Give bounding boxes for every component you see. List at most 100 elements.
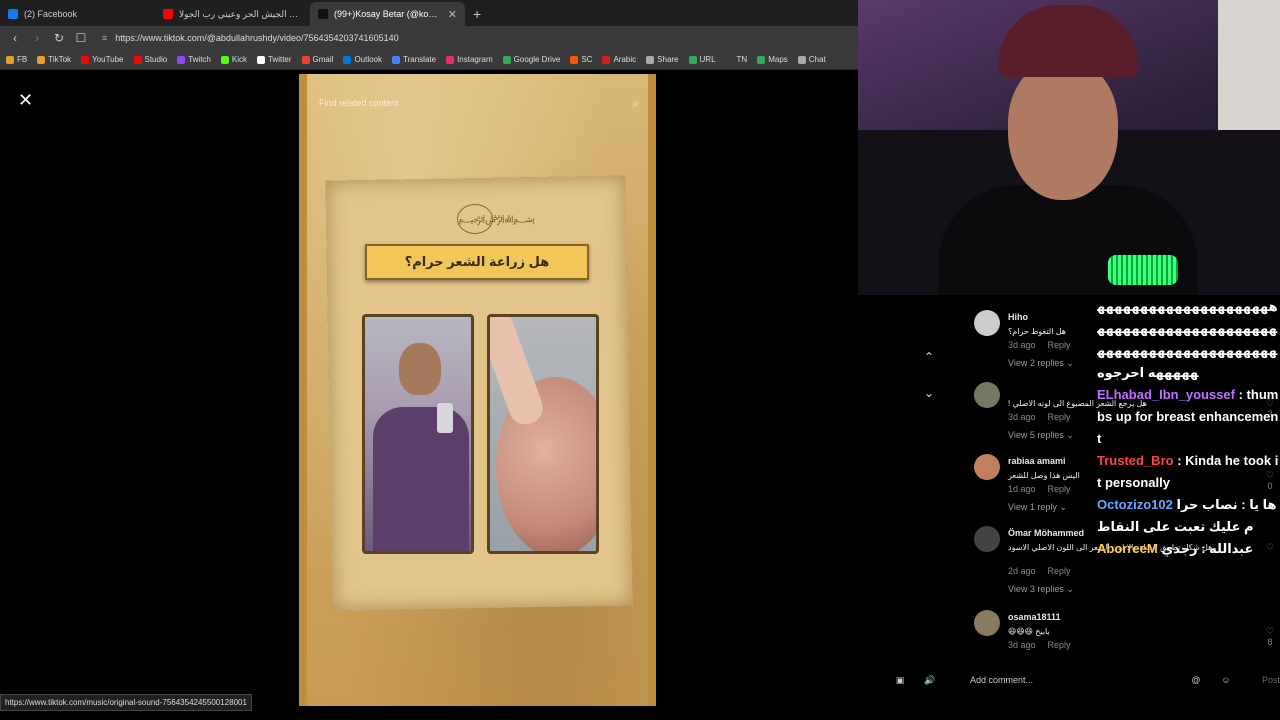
bookmark-item[interactable]: FB	[6, 55, 27, 64]
heart-icon: ♡	[1265, 626, 1274, 636]
chat-username: Trusted_Bro	[1097, 453, 1174, 468]
bookmark-item[interactable]: URL	[688, 55, 716, 64]
bookmark-item[interactable]: Outlook	[343, 55, 382, 64]
search-icon[interactable]: ⌕	[632, 96, 639, 111]
bookmark-item[interactable]: Twitch	[177, 55, 211, 64]
reload-icon[interactable]: ↻	[52, 31, 66, 45]
bookmark-item[interactable]: Instagram	[446, 55, 493, 64]
new-tab-icon[interactable]: +	[465, 2, 489, 26]
bookmark-item[interactable]: Gmail	[301, 55, 333, 64]
reply-button[interactable]: Reply	[1048, 484, 1071, 494]
bookmark-item[interactable]: Studio	[133, 55, 168, 64]
view-replies-button[interactable]: View 3 replies ⌄	[1008, 584, 1074, 595]
bookmark-item[interactable]: Chat	[797, 55, 826, 64]
captions-icon[interactable]: ▣	[890, 675, 910, 686]
bookmark-item[interactable]: Maps	[757, 55, 788, 64]
bookmark-favicon-icon	[725, 55, 734, 64]
emoji-icon[interactable]: ☺	[1216, 675, 1236, 685]
avatar[interactable]	[974, 526, 1000, 552]
bookmark-label: Instagram	[457, 55, 493, 64]
comment-date: 3d ago	[1008, 340, 1036, 350]
comment-meta: 3d ago Reply	[1008, 412, 1083, 422]
previous-video-icon[interactable]: ⌃	[918, 346, 940, 368]
forward-icon[interactable]: ›	[30, 31, 44, 45]
chat-username: AborreeM	[1097, 541, 1158, 556]
bookmark-item[interactable]: Kick	[220, 55, 247, 64]
phone-on-tripod	[437, 403, 453, 433]
avatar[interactable]	[974, 610, 1000, 636]
bookmark-label: Twitch	[188, 55, 211, 64]
avatar[interactable]	[974, 382, 1000, 408]
reply-button[interactable]: Reply	[1048, 412, 1071, 422]
mention-icon[interactable]: @	[1186, 675, 1206, 685]
comment-bar: ▣ 🔊 Add comment... @ ☺ Post	[890, 668, 1280, 692]
reply-button[interactable]: Reply	[1048, 640, 1071, 650]
bookmark-label: SC	[581, 55, 593, 64]
bookmark-item[interactable]: TN	[725, 55, 747, 64]
bookmark-label: Twitter	[267, 55, 292, 64]
tab-title: (99+)Kosay Betar (@kosay.betar)...	[334, 9, 442, 19]
like-button[interactable]: ♡ 8	[1266, 626, 1274, 647]
back-icon[interactable]: ‹	[8, 31, 22, 45]
browser-tab[interactable]: عيني رب الجيش الحر وعيني رب الجولا...	[155, 2, 310, 26]
bookmark-favicon-icon	[446, 55, 455, 64]
reply-button[interactable]: Reply	[1048, 340, 1071, 350]
streamer-cap	[998, 5, 1138, 77]
comment-author[interactable]: Hiho	[1008, 312, 1028, 322]
comment-author[interactable]: rabiaa amami	[1008, 456, 1066, 466]
chevron-down-icon: ⌄	[1059, 502, 1067, 512]
bookmark-favicon-icon	[81, 55, 90, 64]
avatar[interactable]	[974, 454, 1000, 480]
bookmark-item[interactable]: Google Drive	[502, 55, 560, 64]
tab-favicon-icon	[163, 9, 173, 19]
stream-chat: هههههههههههههههههههههههههههههههههههههههه…	[1097, 296, 1280, 606]
chat-text: عبدالله : رجدي	[1161, 541, 1254, 556]
tab-title: (2) Facebook	[24, 9, 78, 19]
reply-button[interactable]: Reply	[1048, 566, 1071, 576]
browser-toolbar: ‹ › ↻ ☐ ≡ https://www.tiktok.com/@abdull…	[0, 26, 858, 50]
streamer-face	[1008, 60, 1118, 200]
tab-bar: (2) Facebook عيني رب الجيش الحر وعيني رب …	[0, 0, 858, 26]
comment-text: يابيخ 😆😆😆	[1008, 627, 1050, 636]
bookmark-item[interactable]: Twitter	[256, 55, 292, 64]
bookmark-favicon-icon	[570, 55, 579, 64]
close-icon[interactable]: ✕	[18, 90, 33, 111]
video-player[interactable]: Find related content ⌕ ﷽ هل زراعة الشعر …	[299, 74, 656, 706]
bookmark-icon[interactable]: ☐	[74, 31, 88, 45]
scalp-photo	[487, 314, 599, 554]
bookmark-label: Maps	[768, 55, 788, 64]
address-bar[interactable]: ≡ https://www.tiktok.com/@abdullahrushdy…	[96, 33, 850, 43]
add-comment-input[interactable]: Add comment...	[970, 675, 1186, 685]
bookmark-favicon-icon	[343, 55, 352, 64]
bookmark-favicon-icon	[797, 55, 806, 64]
view-replies-button[interactable]: View 1 reply ⌄	[1008, 502, 1067, 513]
volume-icon[interactable]: 🔊	[920, 675, 940, 686]
site-info-icon[interactable]: ≡	[102, 33, 107, 43]
comment-author[interactable]: Ömar Möhammed	[1008, 528, 1084, 538]
bookmark-item[interactable]: SC	[570, 55, 592, 64]
view-replies-button[interactable]: View 2 replies ⌄	[1008, 358, 1074, 369]
bookmark-label: Studio	[144, 55, 168, 64]
speaker-photo	[362, 314, 474, 554]
tab-title: عيني رب الجيش الحر وعيني رب الجولا...	[179, 8, 302, 19]
bookmark-label: Outlook	[354, 55, 383, 64]
view-replies-label: View 3 replies	[1008, 584, 1064, 594]
bookmark-item[interactable]: Translate	[392, 55, 436, 64]
close-tab-icon[interactable]: ✕	[448, 8, 457, 21]
bookmark-item[interactable]: YouTube	[81, 55, 124, 64]
bookmark-item[interactable]: Share	[646, 55, 679, 64]
bookmark-item[interactable]: TikTok	[37, 55, 71, 64]
view-replies-button[interactable]: View 5 replies ⌄	[1008, 430, 1074, 441]
avatar[interactable]	[974, 310, 1000, 336]
bookmark-label: Translate	[403, 55, 437, 64]
browser-tab[interactable]: (99+)Kosay Betar (@kosay.betar)... ✕	[310, 2, 465, 26]
bookmark-label: TikTok	[48, 55, 72, 64]
browser-tab[interactable]: (2) Facebook	[0, 2, 155, 26]
related-search[interactable]: Find related content ⌕	[319, 94, 639, 112]
view-replies-label: View 1 reply	[1008, 502, 1057, 512]
bookmark-item[interactable]: Arabic	[602, 55, 636, 64]
comment-author[interactable]: osama18111	[1008, 612, 1061, 622]
post-button[interactable]: Post	[1262, 675, 1280, 685]
webcam-overlay	[858, 0, 1280, 295]
next-video-icon[interactable]: ⌄	[918, 382, 940, 404]
